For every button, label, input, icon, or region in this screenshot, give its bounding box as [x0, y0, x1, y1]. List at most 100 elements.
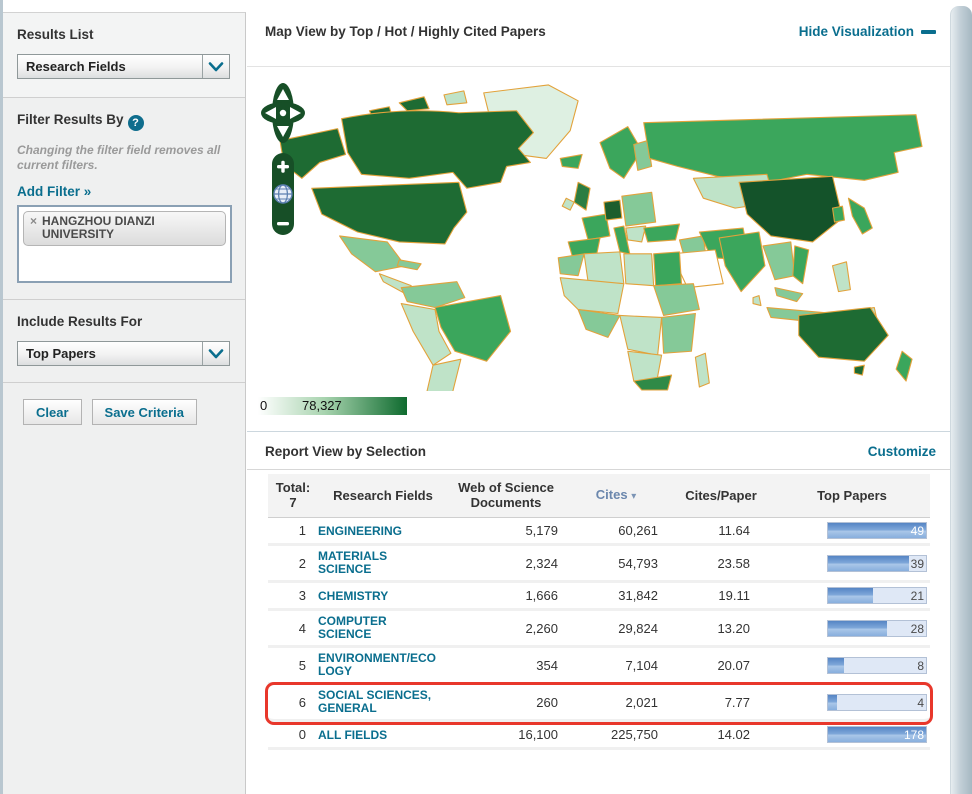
column-cites-per-paper: Cites/Paper [668, 488, 774, 503]
cites-value: 7,104 [564, 658, 668, 673]
cites-value: 31,842 [564, 588, 668, 603]
column-wos-documents: Web of Science Documents [450, 480, 562, 510]
report-view-header: Report View by Selection Customize [247, 432, 950, 470]
top-papers-bar: 178 [827, 726, 927, 743]
cites-value: 225,750 [564, 727, 668, 742]
clear-button[interactable]: Clear [23, 399, 82, 425]
top-papers-value: 8 [917, 659, 924, 673]
row-rank: 4 [268, 621, 318, 636]
row-rank: 0 [268, 727, 318, 742]
add-filter-link[interactable]: Add Filter » [17, 184, 91, 199]
cites-per-paper-value: 13.20 [668, 621, 774, 636]
wos-documents-value: 2,260 [448, 621, 564, 636]
filter-note: Changing the filter field removes all cu… [17, 143, 229, 173]
top-papers-value: 21 [911, 589, 924, 603]
hide-visualization-link[interactable]: Hide Visualization [799, 24, 936, 39]
research-field-link[interactable]: SOCIAL SCIENCES, GENERAL [318, 689, 436, 715]
results-list-selected-value: Research Fields [18, 55, 202, 78]
results-list-section: Results List Research Fields [3, 13, 245, 98]
research-field-link[interactable]: ALL FIELDS [318, 729, 387, 742]
column-top-papers: Top Papers [774, 488, 930, 503]
active-filters-box[interactable]: × HANGZHOU DIANZI UNIVERSITY [17, 205, 232, 283]
row-rank: 1 [268, 523, 318, 538]
include-results-selected-value: Top Papers [18, 342, 202, 365]
report-view-title: Report View by Selection [265, 444, 426, 469]
research-field-link[interactable]: ENGINEERING [318, 525, 402, 538]
research-field-link[interactable]: MATERIALS SCIENCE [318, 550, 436, 576]
zoom-control [272, 153, 294, 235]
top-papers-value: 39 [911, 557, 924, 571]
help-icon[interactable]: ? [128, 115, 144, 131]
table-row: 0ALL FIELDS16,100225,75014.02178 [268, 722, 930, 750]
row-rank: 6 [268, 695, 318, 710]
scale-min-label: 0 [260, 398, 267, 413]
report-table-body: 1ENGINEERING 5,17960,26111.64 49 2MATERIALS… [268, 518, 930, 750]
filter-heading: Filter Results By? [17, 112, 229, 131]
column-cites-sortable[interactable]: Cites ▾ [564, 487, 668, 504]
table-row: 6SOCIAL SCIENCES, GENERAL 2602,0217.77 4 [268, 685, 930, 722]
table-row: 2MATERIALS SCIENCE 2,32454,79323.58 39 [268, 546, 930, 583]
scale-max-label: 78,327 [302, 398, 342, 413]
top-papers-bar: 49 [827, 522, 927, 539]
report-table: Total: 7 Research Fields Web of Science … [247, 470, 950, 750]
cites-per-paper-value: 11.64 [668, 523, 774, 538]
wos-documents-value: 260 [448, 695, 564, 710]
cites-per-paper-value: 20.07 [668, 658, 774, 673]
results-list-heading: Results List [17, 27, 229, 42]
filter-chip-label: HANGZHOU DIANZI UNIVERSITY [42, 215, 219, 241]
top-papers-bar: 8 [827, 657, 927, 674]
wos-documents-value: 1,666 [448, 588, 564, 603]
table-row: 5ENVIRONMENT/ECOLOGY3547,10420.078 [268, 648, 930, 685]
report-table-header: Total: 7 Research Fields Web of Science … [268, 474, 930, 518]
table-row: 3CHEMISTRY 1,66631,84219.11 21 [268, 583, 930, 611]
wos-documents-value: 16,100 [448, 727, 564, 742]
include-results-heading: Include Results For [17, 314, 229, 329]
table-row: 4COMPUTER SCIENCE2,26029,82413.2028 [268, 611, 930, 648]
top-papers-value: 178 [904, 728, 924, 742]
research-field-link[interactable]: COMPUTER SCIENCE [318, 615, 436, 641]
sort-descending-icon: ▾ [631, 491, 636, 502]
customize-link[interactable]: Customize [868, 444, 936, 469]
map-color-scale: 0 78,327 [258, 397, 407, 415]
research-field-link[interactable]: CHEMISTRY [318, 590, 388, 603]
column-research-fields: Research Fields [318, 488, 448, 503]
top-papers-bar: 4 [827, 694, 927, 711]
world-choropleth-map[interactable] [249, 71, 947, 391]
pan-control [261, 83, 305, 143]
map-navigation-controls[interactable] [259, 79, 307, 241]
remove-filter-icon[interactable]: × [30, 215, 37, 228]
minus-icon [921, 30, 936, 34]
cites-per-paper-value: 23.58 [668, 556, 774, 571]
cites-value: 2,021 [564, 695, 668, 710]
top-papers-value: 49 [911, 524, 924, 538]
filter-chip[interactable]: × HANGZHOU DIANZI UNIVERSITY [23, 211, 226, 246]
include-results-section: Include Results For Top Papers [3, 300, 245, 383]
map-view-title: Map View by Top / Hot / Highly Cited Pap… [265, 24, 546, 39]
top-papers-bar: 28 [827, 620, 927, 637]
cites-per-paper-value: 7.77 [668, 695, 774, 710]
top-papers-value: 4 [917, 696, 924, 710]
column-total: Total: 7 [268, 480, 318, 510]
include-results-dropdown[interactable]: Top Papers [17, 341, 230, 366]
cites-per-paper-value: 19.11 [668, 588, 774, 603]
page-scrollbar[interactable] [950, 6, 972, 794]
wos-documents-value: 2,324 [448, 556, 564, 571]
top-papers-bar: 21 [827, 587, 927, 604]
save-criteria-button[interactable]: Save Criteria [92, 399, 198, 425]
chevron-down-icon[interactable] [202, 55, 229, 78]
row-rank: 2 [268, 556, 318, 571]
top-papers-bar: 39 [827, 555, 927, 572]
filter-section: Filter Results By? Changing the filter f… [3, 98, 245, 300]
main-content: Map View by Top / Hot / Highly Cited Pap… [247, 0, 950, 794]
sidebar-buttons: Clear Save Criteria [3, 383, 245, 425]
world-map-section: 0 78,327 [247, 67, 950, 432]
results-list-dropdown[interactable]: Research Fields [17, 54, 230, 79]
cites-value: 60,261 [564, 523, 668, 538]
row-rank: 3 [268, 588, 318, 603]
cites-value: 54,793 [564, 556, 668, 571]
wos-documents-value: 5,179 [448, 523, 564, 538]
research-field-link[interactable]: ENVIRONMENT/ECOLOGY [318, 652, 436, 678]
top-papers-value: 28 [911, 622, 924, 636]
row-rank: 5 [268, 658, 318, 673]
chevron-down-icon[interactable] [202, 342, 229, 365]
